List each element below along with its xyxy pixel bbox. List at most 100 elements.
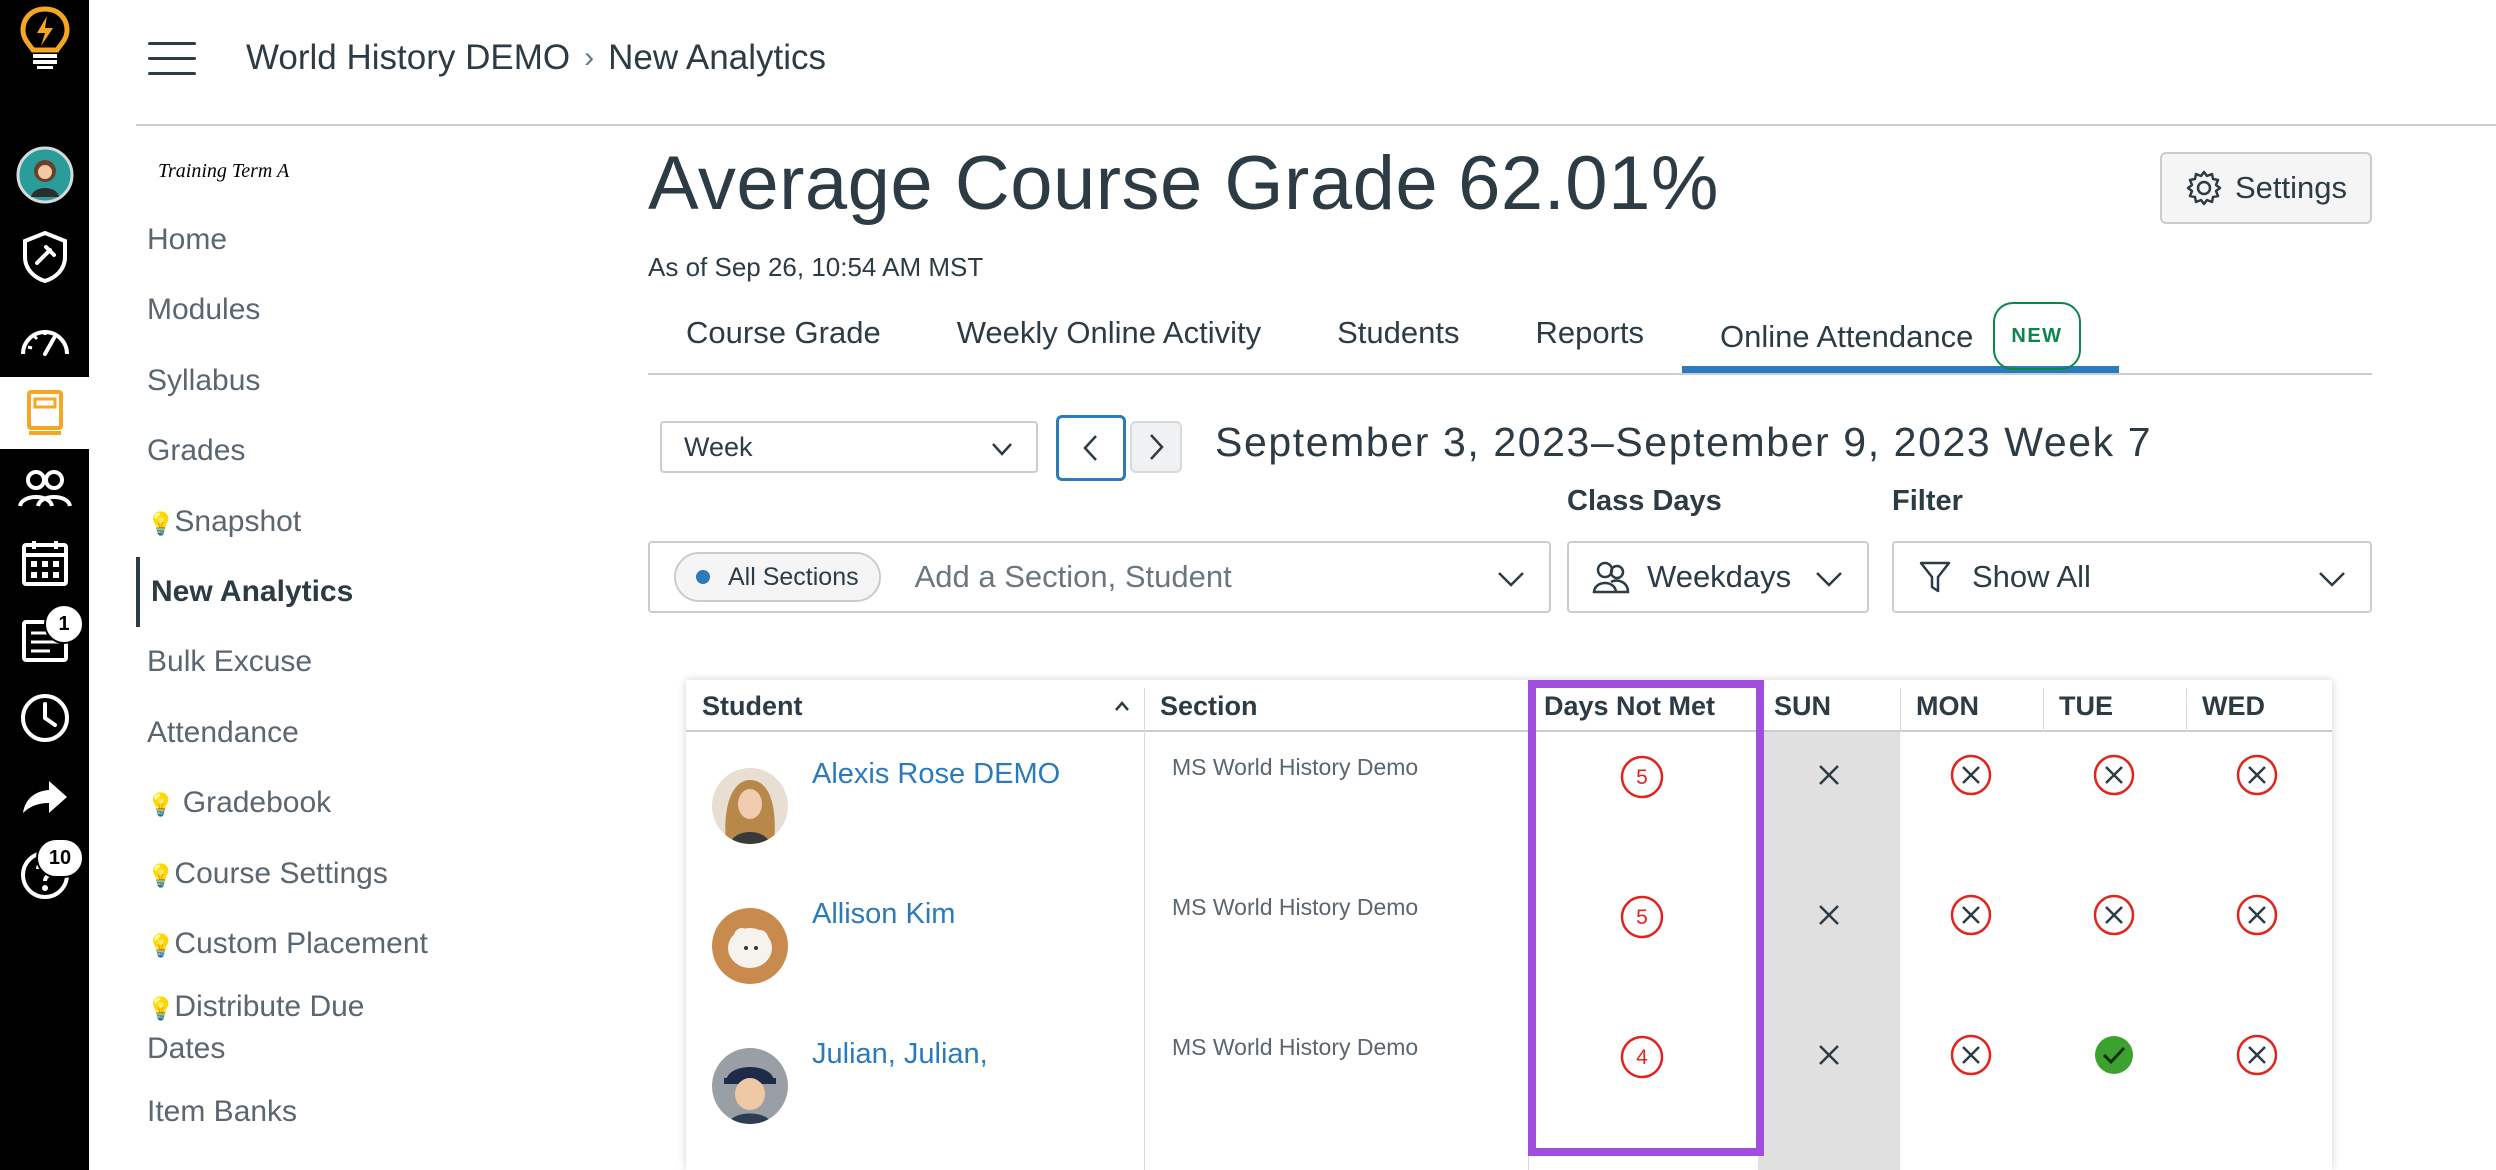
course-nav-grades[interactable]: Grades <box>136 416 456 486</box>
hamburger-menu-button[interactable] <box>148 42 196 76</box>
student-avatar <box>712 1048 788 1124</box>
breadcrumb-course-link[interactable]: World History DEMO <box>246 38 570 78</box>
course-nav-snapshot[interactable]: 💡Snapshot <box>136 487 456 557</box>
not-met-icon <box>2093 754 2135 796</box>
course-nav-distribute-due-dates[interactable]: 💡Distribute Due Dates <box>136 979 436 1089</box>
page-header: World History DEMO › New Analytics <box>136 0 2496 126</box>
pill-dot <box>696 570 710 584</box>
met-check-icon <box>2095 1036 2133 1074</box>
analytics-tabs: Course Grade Weekly Online Activity Stud… <box>648 302 2372 375</box>
groups-icon[interactable] <box>0 453 89 523</box>
column-header-student[interactable]: Student <box>686 680 1144 732</box>
tab-course-grade[interactable]: Course Grade <box>648 305 919 373</box>
courses-icon[interactable] <box>0 377 89 449</box>
not-met-icon <box>2236 1034 2278 1076</box>
x-icon <box>1819 905 1839 925</box>
chevron-down-icon <box>1816 572 1842 587</box>
section-search-input[interactable]: Add a Section, Student <box>915 559 1232 595</box>
period-select-value: Week <box>684 431 753 462</box>
logo-icon[interactable] <box>0 0 89 76</box>
help-badge: 10 <box>36 838 84 878</box>
page-title: Average Course Grade 62.01% <box>648 140 2372 227</box>
course-nav: Training Term A Home Modules Syllabus Gr… <box>136 160 456 1148</box>
course-nav-custom-placement[interactable]: 💡Custom Placement <box>136 909 456 979</box>
settings-button[interactable]: Settings <box>2160 152 2372 224</box>
column-header-label: Days Not Met <box>1544 691 1716 721</box>
course-nav-label: Item Banks <box>147 1095 298 1129</box>
course-nav-label: Gradebook <box>174 786 332 820</box>
as-of-timestamp: As of Sep 26, 10:54 AM MST <box>648 252 984 282</box>
course-nav-modules[interactable]: Modules <box>136 275 456 345</box>
previous-week-button[interactable] <box>1056 415 1126 481</box>
course-nav-label: Distribute Due Dates <box>147 990 365 1066</box>
lightbulb-icon: 💡 <box>147 792 175 818</box>
dashboard-icon[interactable] <box>0 305 89 375</box>
student-avatar <box>712 768 788 844</box>
filter-value: Show All <box>1972 559 2091 594</box>
days-not-met-count: 5 <box>1619 754 1665 800</box>
tab-label: Course Grade <box>686 315 881 350</box>
course-nav-label: Attendance <box>147 715 299 749</box>
settings-label: Settings <box>2234 170 2347 205</box>
tab-label: Reports <box>1535 315 1645 350</box>
course-nav-home[interactable]: Home <box>136 205 456 275</box>
period-select[interactable]: Week <box>660 421 1038 473</box>
tab-weekly-online-activity[interactable]: Weekly Online Activity <box>919 305 1299 373</box>
table-row: Julian, Julian, MS World History Demo 4 <box>686 1012 2332 1152</box>
course-nav-label: Snapshot <box>174 504 302 538</box>
commons-icon[interactable] <box>0 762 89 832</box>
course-nav-new-analytics[interactable]: New Analytics <box>136 556 456 628</box>
class-days-select[interactable]: Weekdays <box>1567 541 1869 613</box>
week-range-label: September 3, 2023–September 9, 2023 Week… <box>1215 419 2153 465</box>
title-text: Average Course Grade <box>648 141 1439 226</box>
gear-icon <box>2186 170 2222 206</box>
student-name-link[interactable]: Alexis Rose DEMO <box>812 758 1060 791</box>
table-row: Allison Kim MS World History Demo 5 <box>686 872 2332 1012</box>
tab-label: Weekly Online Activity <box>956 315 1262 350</box>
student-name-link[interactable]: Allison Kim <box>812 898 955 931</box>
history-icon[interactable] <box>0 683 89 753</box>
tab-students[interactable]: Students <box>1299 305 1497 373</box>
student-section: MS World History Demo <box>1172 894 1419 920</box>
attendance-table: Student Section Days Not Met SUN MON TUE… <box>686 680 2332 1170</box>
not-met-icon <box>2236 894 2278 936</box>
tab-reports[interactable]: Reports <box>1497 305 1682 373</box>
column-header-label: WED <box>2202 691 2265 721</box>
x-icon <box>1819 1045 1839 1065</box>
next-week-button[interactable] <box>1130 421 1182 473</box>
course-nav-syllabus[interactable]: Syllabus <box>136 346 456 416</box>
course-nav-course-settings[interactable]: 💡Course Settings <box>136 839 456 909</box>
not-met-icon <box>1950 1034 1992 1076</box>
course-nav-attendance[interactable]: Attendance <box>136 698 456 768</box>
x-icon <box>1819 765 1839 785</box>
course-nav-item-banks[interactable]: Item Banks <box>136 1077 456 1147</box>
days-not-met-count: 5 <box>1619 894 1665 940</box>
people-icon <box>1592 561 1630 594</box>
tab-online-attendance[interactable]: Online Attendance NEW <box>1682 302 2119 373</box>
all-sections-pill[interactable]: All Sections <box>674 552 881 602</box>
admin-icon[interactable] <box>0 222 89 292</box>
table-header: Student Section Days Not Met SUN MON TUE… <box>686 680 2332 732</box>
course-nav-label: Grades <box>147 434 246 468</box>
course-nav-bulk-excuse[interactable]: Bulk Excuse <box>136 627 456 697</box>
lightbulb-icon: 💡 <box>147 996 175 1022</box>
days-not-met-count: 4 <box>1619 1034 1665 1080</box>
filter-select[interactable]: Show All <box>1892 541 2372 613</box>
lightbulb-icon: 💡 <box>147 510 175 536</box>
calendar-icon[interactable] <box>0 528 89 598</box>
column-header-wed: WED <box>2186 680 2265 732</box>
column-header-label: Student <box>702 691 803 721</box>
column-header-section: Section <box>1144 680 1258 732</box>
account-avatar[interactable] <box>0 140 89 210</box>
student-section: MS World History Demo <box>1172 1034 1419 1060</box>
section-student-selector[interactable]: All Sections Add a Section, Student <box>648 541 1551 613</box>
chevron-right-icon <box>1150 434 1164 460</box>
not-met-icon <box>1950 754 1992 796</box>
course-nav-label: Home <box>147 223 228 256</box>
student-name-link[interactable]: Julian, Julian, <box>812 1038 988 1071</box>
course-nav-gradebook[interactable]: 💡 Gradebook <box>136 768 456 838</box>
days-not-met-value: 5 <box>1636 906 1648 929</box>
chevron-down-icon <box>1498 572 1524 587</box>
sort-ascending-icon[interactable] <box>1112 696 1132 716</box>
global-nav: 1 10 <box>0 0 89 1170</box>
